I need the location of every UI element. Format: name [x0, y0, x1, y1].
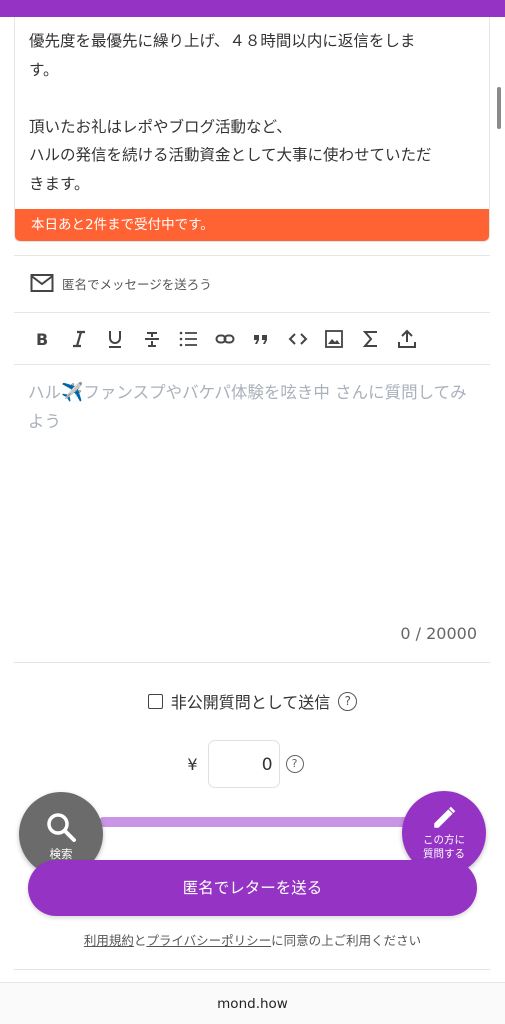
private-question-row: 非公開質問として送信 ?: [0, 689, 505, 713]
placeholder-text: ファンスプやバケパ体験を呟き中 さんに質問してみよう: [28, 383, 467, 431]
editor-toolbar: B: [24, 324, 426, 354]
divider: [14, 364, 490, 365]
divider: [14, 662, 490, 663]
code-icon: [288, 333, 308, 345]
mail-icon: [30, 274, 54, 292]
ask-label: この方に: [423, 834, 465, 846]
amount-input[interactable]: 0: [207, 740, 280, 788]
amount-slider[interactable]: [100, 817, 410, 827]
terms-notice: 利用規約とプライバシーポリシーに同意の上ご利用ください: [0, 930, 505, 949]
anonymous-message-row: 匿名でメッセージを送ろう: [30, 268, 212, 298]
bold-icon: B: [36, 330, 48, 349]
send-letter-button[interactable]: 匿名でレターを送る: [28, 860, 477, 916]
formula-button[interactable]: [353, 324, 390, 354]
placeholder-text: ハル: [28, 383, 61, 402]
card-text: 頂いたお礼はレポやブログ活動など、: [29, 117, 292, 136]
availability-notice: 本日あと2件まで受付中です。: [15, 209, 489, 241]
scrollbar[interactable]: [497, 87, 501, 129]
upload-button[interactable]: [389, 324, 426, 354]
list-icon: [179, 331, 198, 347]
image-button[interactable]: [316, 324, 353, 354]
description-card: 優先度を最優先に繰り上げ、４８時間以内に返信をしま す。 頂いたお礼はレポやブロ…: [14, 17, 490, 242]
terms-text: に同意の上ご利用ください: [271, 933, 422, 948]
card-text: きます。: [29, 174, 90, 193]
divider: [14, 312, 490, 313]
ask-label: 質問する: [423, 848, 465, 860]
card-text: す。: [29, 60, 59, 79]
privacy-link[interactable]: プライバシーポリシー: [146, 933, 271, 948]
code-button[interactable]: [280, 324, 317, 354]
italic-icon: [72, 330, 85, 348]
card-text: ハルの発信を続ける活動資金として大事に使わせていただ: [29, 146, 432, 164]
terms-link[interactable]: 利用規約: [84, 933, 134, 948]
terms-text: と: [133, 933, 147, 948]
airplane-emoji: ✈️: [61, 382, 84, 403]
pencil-icon: [434, 806, 456, 828]
list-button[interactable]: [170, 324, 207, 354]
currency-symbol: ¥: [187, 754, 198, 774]
private-label[interactable]: 非公開質問として送信: [171, 689, 331, 713]
quote-button[interactable]: [243, 324, 280, 354]
bold-button[interactable]: B: [24, 324, 61, 354]
underline-button[interactable]: [97, 324, 134, 354]
search-icon: [47, 813, 76, 842]
svg-text:B: B: [36, 330, 48, 349]
help-icon[interactable]: ?: [338, 691, 358, 711]
strikethrough-icon: [144, 332, 159, 347]
divider: [14, 969, 490, 970]
help-icon[interactable]: ?: [285, 755, 304, 773]
upload-icon: [398, 329, 417, 348]
question-textarea[interactable]: ハル✈️ファンスプやバケパ体験を呟き中 さんに質問してみよう: [28, 378, 478, 436]
card-text: 優先度を最優先に繰り上げ、４８時間以内に返信をしま: [29, 32, 416, 50]
link-button[interactable]: [207, 324, 244, 354]
strikethrough-button[interactable]: [134, 324, 171, 354]
url-bar[interactable]: mond.how: [0, 982, 505, 1024]
divider: [14, 255, 490, 256]
amount-row: ¥ 0 ?: [0, 740, 505, 788]
anonymous-label: 匿名でメッセージを送ろう: [62, 276, 212, 292]
sigma-icon: [362, 331, 377, 347]
underline-icon: [109, 331, 122, 348]
quote-icon: [254, 335, 268, 344]
image-icon: [325, 330, 344, 348]
card-body: 優先度を最優先に繰り上げ、４８時間以内に返信をしま す。 頂いたお礼はレポやブロ…: [15, 17, 489, 198]
character-count: 0 / 20000: [400, 624, 477, 643]
private-checkbox[interactable]: [147, 693, 163, 709]
italic-button[interactable]: [61, 324, 98, 354]
link-icon: [215, 334, 235, 344]
top-bar: [0, 0, 505, 17]
